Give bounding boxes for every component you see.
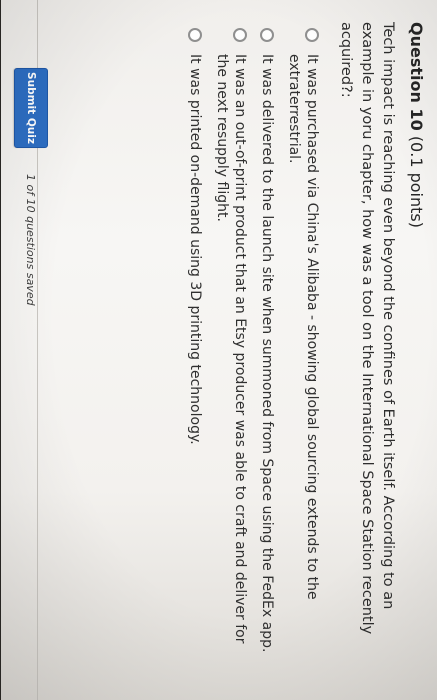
- quiz-screen: Question 10 (0.1 points) Tech impact is …: [1, 0, 437, 700]
- question-points: (0.1 points): [407, 135, 426, 228]
- answer-option-2[interactable]: It was delivered to the launch site when…: [258, 28, 276, 682]
- answer-option-3[interactable]: It was an out-of-print product that an E…: [213, 28, 249, 682]
- answer-option-label: It was purchased via China's Alibaba - s…: [286, 54, 320, 600]
- question-prompt: Tech impact is reaching even beyond the …: [338, 22, 396, 635]
- answer-option-label: It was printed on-demand using 3D printi…: [187, 54, 203, 445]
- answer-options: It was purchased via China's Alibaba - s…: [186, 22, 321, 682]
- question-heading: Question 10 (0.1 points): [406, 22, 426, 682]
- submit-quiz-button[interactable]: Submit Quiz: [14, 68, 48, 148]
- photo-scene: Question 10 (0.1 points) Tech impact is …: [0, 0, 437, 700]
- question-number: Question 10: [407, 22, 426, 131]
- save-status: 1 of 10 questions saved: [24, 174, 37, 306]
- question-panel: Question 10 (0.1 points) Tech impact is …: [56, 22, 426, 682]
- answer-option-1[interactable]: It was purchased via China's Alibaba - s…: [285, 28, 321, 682]
- radio-button[interactable]: [188, 28, 202, 42]
- quiz-footer: Submit Quiz 1 of 10 questions saved: [8, 68, 48, 668]
- radio-button[interactable]: [260, 28, 274, 42]
- answer-option-4[interactable]: It was printed on-demand using 3D printi…: [186, 28, 204, 682]
- answer-option-label: It was delivered to the launch site when…: [259, 54, 275, 653]
- answer-option-label: It was an out-of-print product that an E…: [214, 54, 248, 644]
- radio-button[interactable]: [233, 28, 247, 42]
- radio-button[interactable]: [305, 28, 319, 42]
